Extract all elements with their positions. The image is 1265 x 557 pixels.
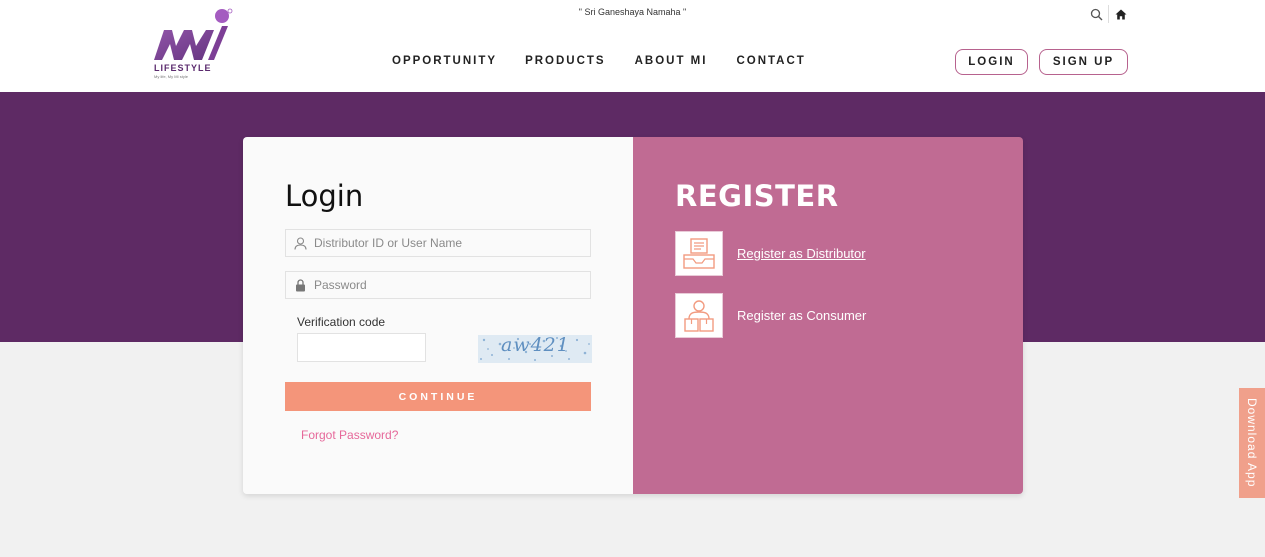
password-field[interactable]	[285, 271, 591, 299]
login-panel: Login Verification code	[243, 137, 633, 494]
download-app-label: Download App	[1245, 398, 1259, 488]
verification-label: Verification code	[297, 315, 386, 329]
login-button[interactable]: LOGIN	[955, 49, 1028, 75]
user-icon	[286, 230, 314, 256]
home-icon[interactable]	[1111, 4, 1131, 24]
search-icon[interactable]	[1086, 4, 1106, 24]
continue-button[interactable]: CONTINUE	[285, 382, 591, 411]
username-input[interactable]	[314, 236, 584, 250]
register-consumer-item: Register as Consumer	[675, 293, 866, 338]
captcha-text: aw421	[501, 334, 570, 356]
distributor-icon	[675, 231, 723, 276]
register-distributor-item: Register as Distributor	[675, 231, 866, 276]
download-app-tab[interactable]: Download App	[1239, 388, 1265, 498]
site-header: " Sri Ganeshaya Namaha " LIFESTYLE My li…	[0, 0, 1265, 92]
password-input[interactable]	[314, 278, 584, 292]
top-icons	[1086, 4, 1131, 24]
nav-products[interactable]: PRODUCTS	[525, 55, 606, 67]
verification-input[interactable]	[297, 333, 426, 362]
nav-opportunity[interactable]: OPPORTUNITY	[392, 55, 497, 67]
login-title: Login	[285, 179, 364, 213]
logo-tagline: My life, My MI style	[154, 74, 189, 79]
register-distributor-link[interactable]: Register as Distributor	[737, 246, 866, 261]
register-panel: REGISTER Register as Distributor Registe…	[633, 137, 1023, 494]
main-nav: OPPORTUNITY PRODUCTS ABOUT MI CONTACT	[392, 55, 806, 67]
forgot-password-link[interactable]: Forgot Password?	[301, 428, 398, 442]
nav-about-mi[interactable]: ABOUT MI	[635, 55, 708, 67]
signup-button[interactable]: SIGN UP	[1039, 49, 1128, 75]
icon-divider	[1108, 5, 1109, 23]
auth-card: Login Verification code	[243, 137, 1023, 494]
lock-icon	[286, 272, 314, 298]
consumer-icon	[675, 293, 723, 338]
register-title: REGISTER	[675, 179, 839, 213]
register-consumer-link[interactable]: Register as Consumer	[737, 308, 866, 323]
logo-subtitle: LIFESTYLE	[154, 63, 212, 73]
nav-contact[interactable]: CONTACT	[736, 55, 805, 67]
username-field[interactable]	[285, 229, 591, 257]
